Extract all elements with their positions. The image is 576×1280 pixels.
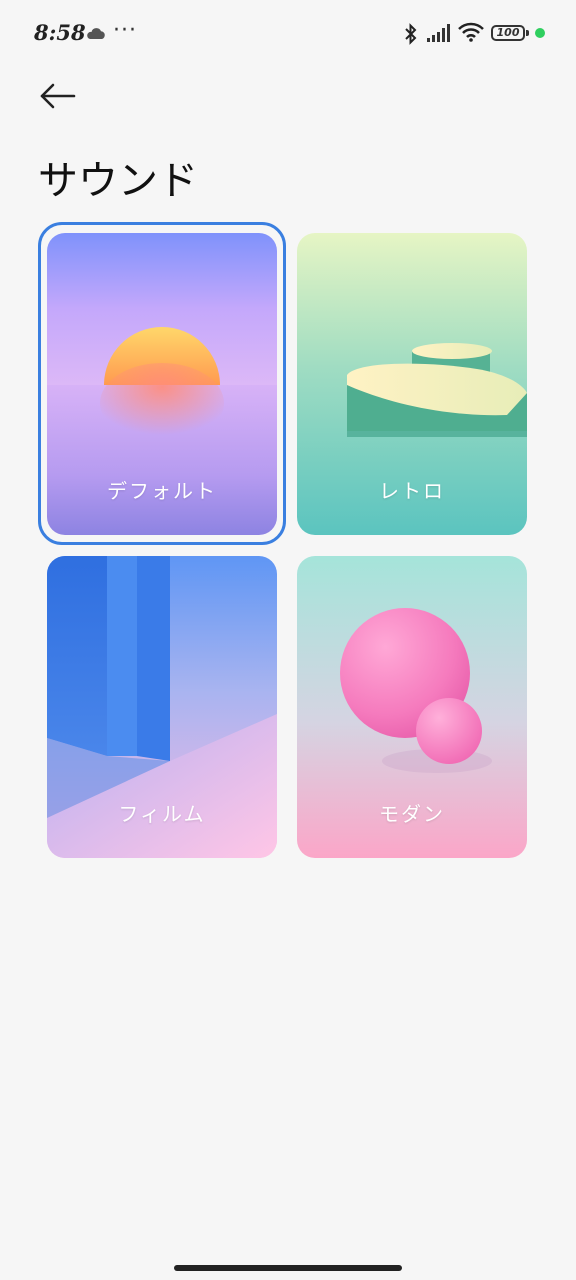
battery-tip xyxy=(526,30,529,36)
theme-card-retro[interactable]: レトロ xyxy=(297,233,527,535)
arrow-left-icon xyxy=(40,83,76,109)
back-button[interactable] xyxy=(36,78,80,114)
privacy-indicator-dot xyxy=(535,28,545,38)
theme-label: フィルム xyxy=(118,804,206,826)
more-icon: ··· xyxy=(113,18,137,43)
theme-card-default[interactable]: デフォルト xyxy=(47,233,277,535)
signal-icon xyxy=(427,24,450,42)
theme-label: デフォルト xyxy=(107,481,217,503)
status-time: 8:58 xyxy=(34,20,86,45)
home-indicator[interactable] xyxy=(174,1265,402,1271)
theme-label: レトロ xyxy=(379,481,445,503)
page-title: サウンド xyxy=(38,159,198,203)
theme-label: モダン xyxy=(379,804,445,826)
cloud-icon xyxy=(87,28,105,39)
battery-icon: 100 xyxy=(491,25,525,41)
status-bar: 8:58 ··· 100 xyxy=(0,0,576,66)
theme-card-film[interactable]: フィルム xyxy=(47,556,277,858)
wifi-icon xyxy=(458,22,484,42)
theme-card-modern[interactable]: モダン xyxy=(297,556,527,858)
bluetooth-icon xyxy=(405,23,417,45)
